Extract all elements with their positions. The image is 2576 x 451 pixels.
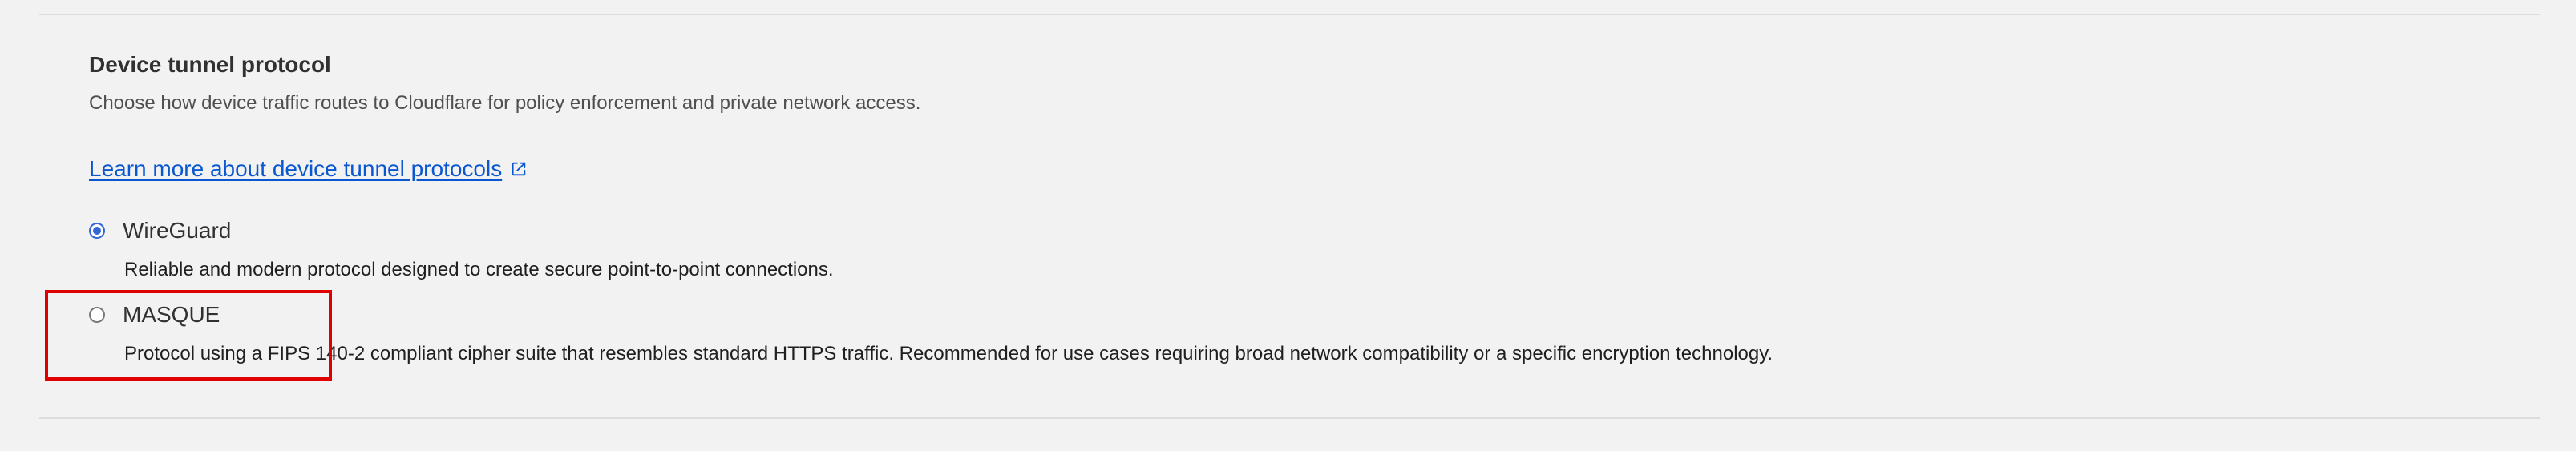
- device-tunnel-protocol-section: Device tunnel protocol Choose how device…: [89, 51, 1773, 364]
- masque-label: MASQUE: [123, 302, 220, 327]
- wireguard-description: Reliable and modern protocol designed to…: [124, 259, 834, 280]
- masque-radio[interactable]: [89, 307, 105, 323]
- learn-more-link[interactable]: Learn more about device tunnel protocols: [89, 155, 528, 183]
- masque-description: Protocol using a FIPS 140-2 compliant ci…: [124, 343, 1773, 364]
- external-link-icon: [510, 160, 528, 178]
- device-tunnel-protocol-panel: Device tunnel protocol Choose how device…: [0, 0, 2576, 451]
- wireguard-option: WireGuard Reliable and modern protocol d…: [89, 216, 2093, 282]
- wireguard-label: WireGuard: [123, 218, 232, 243]
- section-subtitle: Choose how device traffic routes to Clou…: [89, 92, 921, 114]
- masque-option: MASQUE Protocol using a FIPS 140-2 compl…: [89, 300, 2093, 366]
- learn-more-link-text: Learn more about device tunnel protocols: [89, 156, 503, 181]
- wireguard-radio[interactable]: [89, 223, 105, 239]
- section-title: Device tunnel protocol: [89, 52, 331, 77]
- masque-option-row[interactable]: MASQUE: [89, 300, 2093, 329]
- top-divider: [39, 14, 2540, 15]
- wireguard-option-row[interactable]: WireGuard: [89, 216, 2093, 245]
- bottom-divider: [39, 417, 2540, 419]
